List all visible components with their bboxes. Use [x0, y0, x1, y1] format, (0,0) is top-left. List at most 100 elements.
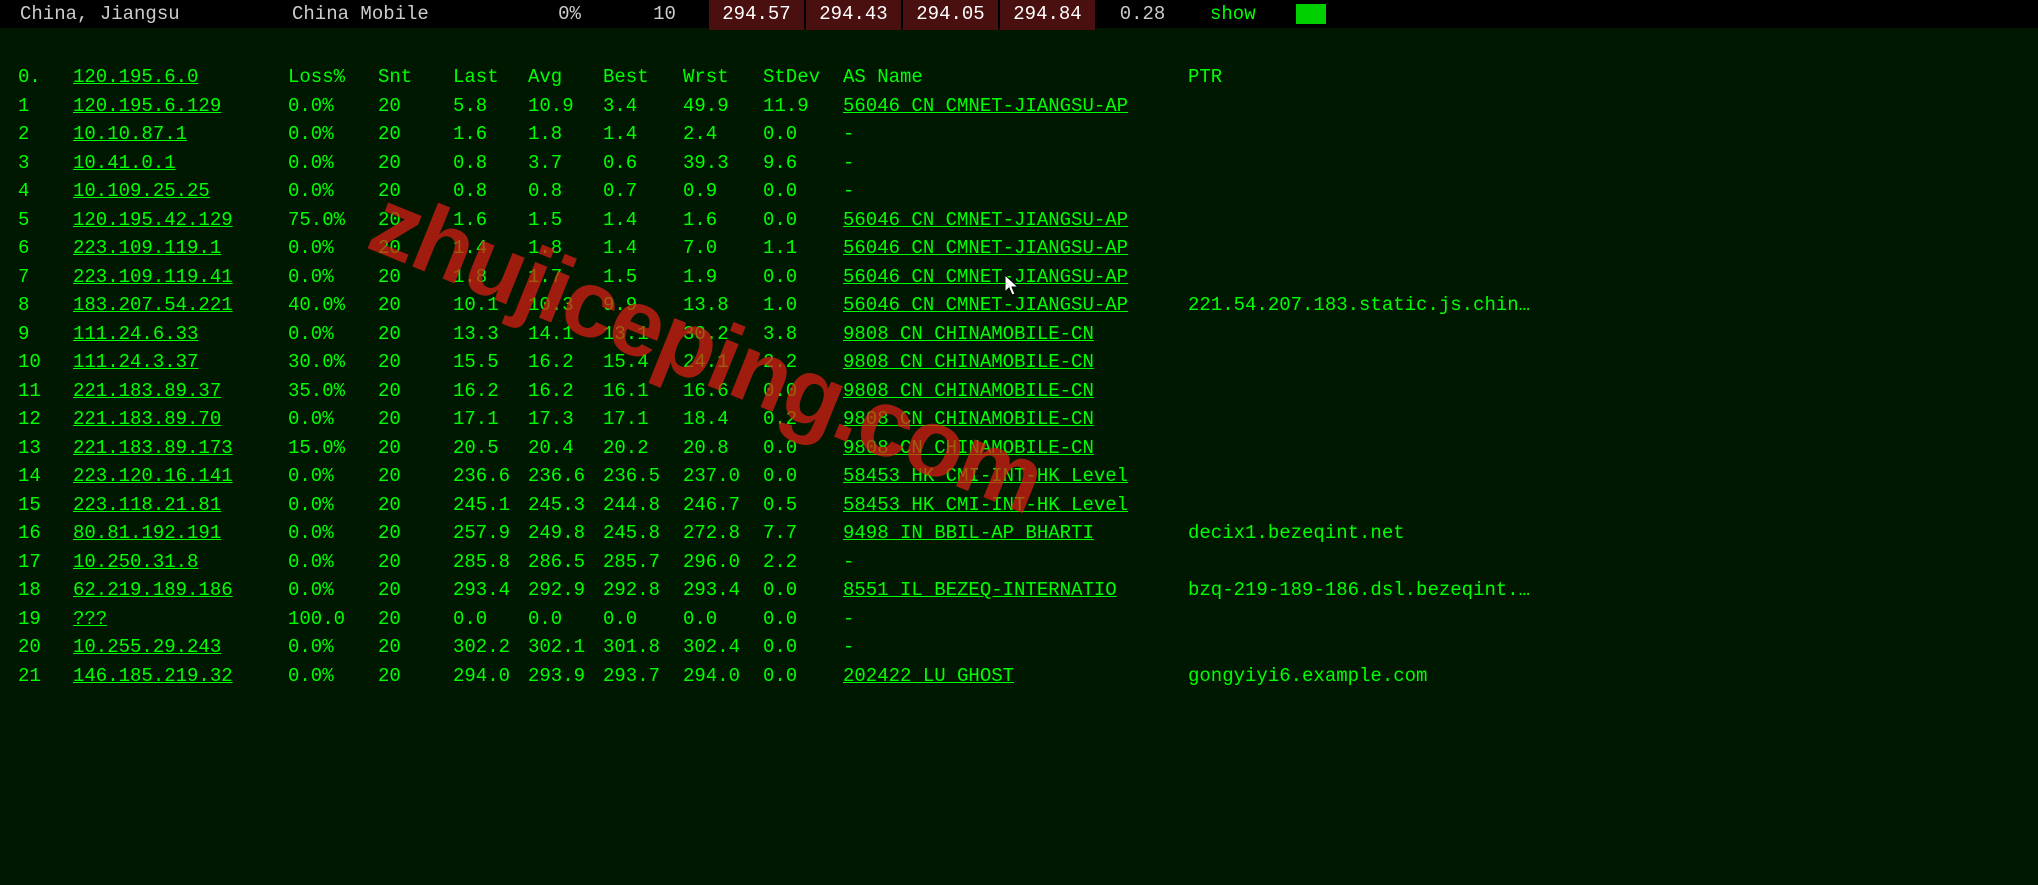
loss-value: 30.0% [288, 348, 378, 377]
ip-link[interactable]: 120.195.6.129 [73, 92, 288, 121]
hop-number: 21 [18, 662, 73, 691]
table-row: 8183.207.54.22140.0%2010.110.39.913.81.0… [18, 291, 2020, 320]
best-value: 292.8 [603, 576, 683, 605]
ip-link[interactable]: 111.24.6.33 [73, 320, 288, 349]
ip-link[interactable]: 221.183.89.37 [73, 377, 288, 406]
header-last: Last [453, 63, 528, 92]
avg-value: 16.2 [528, 377, 603, 406]
as-name[interactable]: 9808 CN CHINAMOBILE-CN [843, 377, 1188, 406]
best-value: 245.8 [603, 519, 683, 548]
table-row: 410.109.25.250.0%200.80.80.70.90.0- [18, 177, 2020, 206]
as-name[interactable]: 8551 IL BEZEQ-INTERNATIO [843, 576, 1188, 605]
ip-link[interactable]: 223.120.16.141 [73, 462, 288, 491]
avg-value: 17.3 [528, 405, 603, 434]
ptr-value [1188, 605, 2020, 634]
stdev-value: 7.7 [763, 519, 843, 548]
snt-value: 20 [378, 576, 453, 605]
table-row: 6223.109.119.10.0%201.41.81.47.01.156046… [18, 234, 2020, 263]
last-value: 20.5 [453, 434, 528, 463]
last-value: 1.6 [453, 206, 528, 235]
loss-value: 0.0% [288, 234, 378, 263]
header-asname: AS Name [843, 63, 1188, 92]
wrst-value: 13.8 [683, 291, 763, 320]
snt-value: 20 [378, 234, 453, 263]
ptr-value [1188, 434, 2020, 463]
as-name[interactable]: 58453 HK CMI-INT-HK Level [843, 491, 1188, 520]
hop-number: 2 [18, 120, 73, 149]
as-name[interactable]: 58453 HK CMI-INT-HK Level [843, 462, 1188, 491]
stdev-value: 0.0 [763, 206, 843, 235]
ip-link[interactable]: ??? [73, 605, 288, 634]
ip-link[interactable]: 10.10.87.1 [73, 120, 288, 149]
ip-link[interactable]: 10.109.25.25 [73, 177, 288, 206]
header-ip[interactable]: 120.195.6.0 [73, 63, 288, 92]
as-name[interactable]: 56046 CN CMNET-JIANGSU-AP [843, 234, 1188, 263]
ip-link[interactable]: 221.183.89.70 [73, 405, 288, 434]
ptr-value [1188, 548, 2020, 577]
ptr-value [1188, 177, 2020, 206]
stdev-value: 0.0 [763, 633, 843, 662]
ip-link[interactable]: 223.118.21.81 [73, 491, 288, 520]
best-value: 13.1 [603, 320, 683, 349]
ip-link[interactable]: 10.41.0.1 [73, 149, 288, 178]
snt-value: 20 [378, 263, 453, 292]
last-value: 236.6 [453, 462, 528, 491]
snt-value: 20 [378, 405, 453, 434]
ip-link[interactable]: 80.81.192.191 [73, 519, 288, 548]
snt-value: 20 [378, 92, 453, 121]
header-avg: Avg [528, 63, 603, 92]
ip-link[interactable]: 10.250.31.8 [73, 548, 288, 577]
loss-value: 40.0% [288, 291, 378, 320]
as-name[interactable]: 202422 LU GHOST [843, 662, 1188, 691]
ptr-value [1188, 206, 2020, 235]
wrst-value: 20.8 [683, 434, 763, 463]
header-best: Best [603, 63, 683, 92]
last-value: 17.1 [453, 405, 528, 434]
ip-link[interactable]: 111.24.3.37 [73, 348, 288, 377]
last-value: 293.4 [453, 576, 528, 605]
last-value: 5.8 [453, 92, 528, 121]
stdev-value: 3.8 [763, 320, 843, 349]
hop-number: 7 [18, 263, 73, 292]
loss-value: 0.0% [288, 462, 378, 491]
ip-link[interactable]: 183.207.54.221 [73, 291, 288, 320]
ip-link[interactable]: 62.219.189.186 [73, 576, 288, 605]
as-name[interactable]: 56046 CN CMNET-JIANGSU-AP [843, 92, 1188, 121]
hop-number: 3 [18, 149, 73, 178]
wrst-value: 0.0 [683, 605, 763, 634]
snt-value: 20 [378, 462, 453, 491]
ip-link[interactable]: 223.109.119.1 [73, 234, 288, 263]
last-value: 294.0 [453, 662, 528, 691]
ip-link[interactable]: 120.195.42.129 [73, 206, 288, 235]
as-name[interactable]: 56046 CN CMNET-JIANGSU-AP [843, 263, 1188, 292]
wrst-value: 296.0 [683, 548, 763, 577]
best-value: 293.7 [603, 662, 683, 691]
as-name[interactable]: 9808 CN CHINAMOBILE-CN [843, 320, 1188, 349]
ip-link[interactable]: 223.109.119.41 [73, 263, 288, 292]
as-name[interactable]: 9808 CN CHINAMOBILE-CN [843, 405, 1188, 434]
table-row: 2010.255.29.2430.0%20302.2302.1301.8302.… [18, 633, 2020, 662]
best-value: 20.2 [603, 434, 683, 463]
best-value: 16.1 [603, 377, 683, 406]
header-hop: 0. [18, 63, 73, 92]
ip-link[interactable]: 10.255.29.243 [73, 633, 288, 662]
as-name[interactable]: 9498 IN BBIL-AP BHARTI [843, 519, 1188, 548]
hop-number: 18 [18, 576, 73, 605]
last-value: 1.4 [453, 234, 528, 263]
wrst-value: 30.2 [683, 320, 763, 349]
stdev-value: 0.0 [763, 462, 843, 491]
ip-link[interactable]: 146.185.219.32 [73, 662, 288, 691]
avg-value: 0.8 [528, 177, 603, 206]
as-name[interactable]: 9808 CN CHINAMOBILE-CN [843, 434, 1188, 463]
hop-number: 12 [18, 405, 73, 434]
hop-number: 10 [18, 348, 73, 377]
show-link[interactable]: show [1210, 0, 1256, 28]
as-name[interactable]: 56046 CN CMNET-JIANGSU-AP [843, 291, 1188, 320]
hop-number: 4 [18, 177, 73, 206]
last-value: 15.5 [453, 348, 528, 377]
as-name[interactable]: 9808 CN CHINAMOBILE-CN [843, 348, 1188, 377]
as-name[interactable]: 56046 CN CMNET-JIANGSU-AP [843, 206, 1188, 235]
loss-value: 0.0% [288, 120, 378, 149]
ip-link[interactable]: 221.183.89.173 [73, 434, 288, 463]
hop-number: 16 [18, 519, 73, 548]
